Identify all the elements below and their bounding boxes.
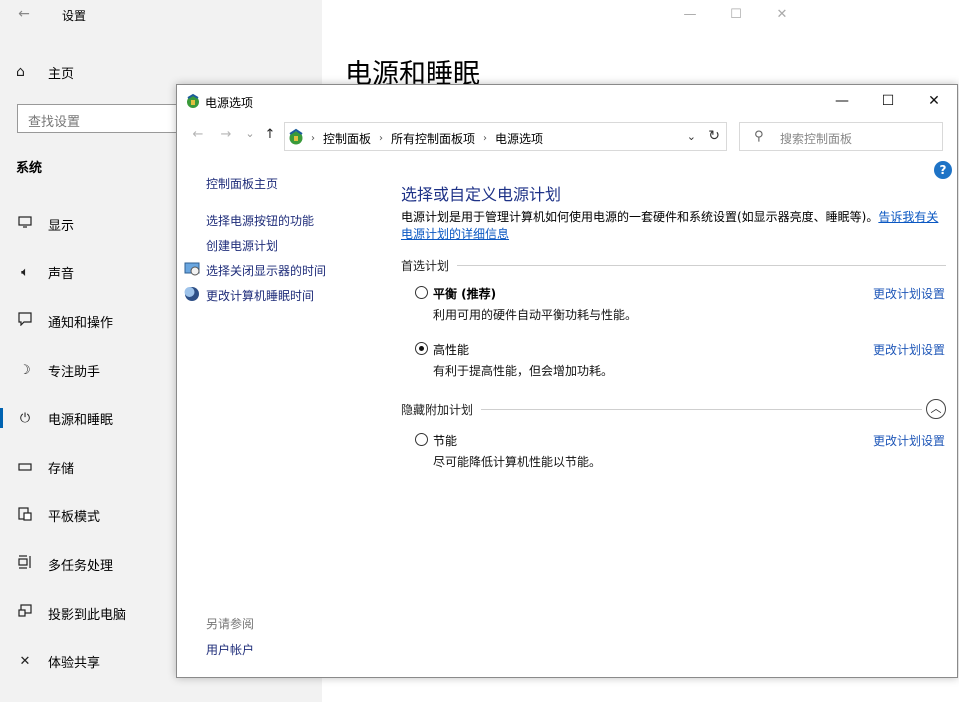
see-also-label: 另请参阅 [206, 617, 255, 631]
minimize-icon[interactable]: — [667, 0, 713, 30]
up-arrow-icon[interactable]: ↑ [261, 127, 279, 145]
plan-radio[interactable] [415, 433, 428, 446]
home-icon: ⌂ [16, 64, 25, 80]
refresh-icon[interactable]: ↻ [708, 128, 720, 144]
change-plan-settings-link[interactable]: 更改计划设置 [873, 285, 945, 302]
forward-arrow-icon[interactable]: → [217, 127, 235, 145]
maximize-icon[interactable]: ☐ [865, 85, 911, 117]
display-icon [184, 262, 200, 276]
page-description: 电源计划是用于管理计算机如何使用电源的一套硬件和系统设置(如显示器亮度、睡眠等)… [401, 209, 946, 243]
settings-title: 设置 [62, 9, 87, 23]
change-plan-settings-link[interactable]: 更改计划设置 [873, 341, 945, 358]
settings-search-placeholder: 查找设置 [28, 115, 81, 130]
nav-label: 存储 [48, 461, 75, 477]
sleep-icon [184, 287, 199, 301]
address-bar[interactable]: › 控制面板 › 所有控制面板项 › 电源选项 ⌄ ↻ [284, 122, 727, 151]
user-accounts-link[interactable]: 用户帐户 [206, 641, 254, 658]
hidden-plans-label: 隐藏附加计划 [401, 402, 474, 417]
breadcrumb-item[interactable]: 电源选项 [495, 130, 543, 147]
page-heading: 选择或自定义电源计划 [401, 185, 562, 204]
search-icon: ⚲ [754, 129, 764, 144]
section-title: 系统 [16, 161, 43, 176]
storage-icon [16, 460, 34, 475]
speaker-icon: 🔈︎ [21, 265, 29, 281]
preferred-plans-header: 首选计划 [401, 257, 946, 274]
breadcrumb-item[interactable]: 控制面板 [323, 130, 371, 147]
plan-radio[interactable] [415, 286, 428, 299]
search-placeholder: 搜索控制面板 [780, 132, 853, 146]
home-nav-item[interactable]: ⌂ 主页 [16, 62, 74, 82]
display-off-link[interactable]: 选择关闭显示器的时间 [206, 262, 326, 279]
create-plan-link[interactable]: 创建电源计划 [206, 237, 278, 254]
change-plan-settings-link[interactable]: 更改计划设置 [873, 432, 945, 449]
divider [457, 265, 946, 266]
project-icon [16, 604, 34, 622]
breadcrumb-separator-icon: › [379, 133, 384, 144]
close-icon[interactable]: ✕ [759, 0, 805, 30]
back-arrow-icon[interactable]: ← [14, 6, 34, 26]
plan-description: 尽可能降低计算机性能以节能。 [433, 455, 602, 469]
home-label: 主页 [48, 66, 75, 82]
back-arrow-icon[interactable]: ← [189, 127, 207, 145]
plan-name[interactable]: 平衡 (推荐) [433, 285, 496, 302]
plan-description: 利用可用的硬件自动平衡功耗与性能。 [433, 308, 638, 322]
plan-description: 有利于提高性能，但会增加功耗。 [433, 364, 614, 378]
control-panel-home-link[interactable]: 控制面板主页 [206, 175, 278, 192]
plan-name[interactable]: 节能 [433, 432, 457, 449]
settings-caption-buttons: — ☐ ✕ [667, 0, 805, 30]
breadcrumb: › 控制面板 › 所有控制面板项 › 电源选项 [311, 130, 543, 147]
tablet-icon [16, 507, 34, 525]
nav-label: 投影到此电脑 [48, 607, 127, 623]
close-icon[interactable]: ✕ [911, 85, 957, 117]
nav-label: 通知和操作 [48, 315, 114, 331]
nav-label: 声音 [48, 267, 75, 283]
monitor-icon [16, 216, 34, 232]
minimize-icon[interactable]: — [819, 85, 865, 117]
breadcrumb-separator-icon: › [311, 133, 315, 144]
breadcrumb-item[interactable]: 所有控制面板项 [391, 130, 475, 147]
nav-label: 显示 [48, 218, 75, 234]
share-icon: ✕ [19, 654, 31, 670]
power-options-icon [187, 93, 199, 108]
address-dropdown-icon[interactable]: ⌄ [687, 130, 696, 143]
maximize-icon[interactable]: ☐ [713, 0, 759, 30]
plan-radio[interactable] [415, 342, 428, 355]
left-pane: 控制面板主页 选择电源按钮的功能 创建电源计划 选择关闭显示器的时间 更改计算机… [177, 155, 377, 675]
chevron-up-icon[interactable]: ︿ [926, 399, 946, 419]
plan-name[interactable]: 高性能 [433, 341, 469, 358]
divider [481, 408, 922, 410]
address-bar-row: ← → ⌄ ↑ › 控制面板 › 所有控制面板项 › 电源选项 ⌄ ↻ ⚲ 搜索… [177, 119, 957, 153]
control-panel-icon [289, 128, 303, 145]
help-icon[interactable]: ? [934, 161, 952, 179]
power-options-window: 电源选项 — ☐ ✕ ← → ⌄ ↑ › 控制面板 › 所有控制面板项 › 电源… [176, 84, 958, 678]
power-buttons-link[interactable]: 选择电源按钮的功能 [206, 212, 314, 229]
window-title: 电源选项 [205, 96, 254, 110]
notification-icon [16, 312, 34, 330]
description-text: 电源计划是用于管理计算机如何使用电源的一套硬件和系统设置(如显示器亮度、睡眠等)… [401, 210, 879, 224]
hidden-plans-header: 隐藏附加计划 ︿ [401, 399, 946, 419]
breadcrumb-separator-icon: › [483, 133, 488, 144]
chevron-down-icon[interactable]: ⌄ [241, 127, 259, 145]
moon-icon: ☽ [19, 362, 31, 378]
nav-label: 电源和睡眠 [48, 413, 114, 429]
multitask-icon [16, 555, 34, 573]
control-panel-search-input[interactable]: ⚲ 搜索控制面板 [739, 122, 943, 151]
preferred-plans-label: 首选计划 [401, 259, 450, 273]
power-icon: ⏻ [19, 411, 31, 427]
nav-label: 平板模式 [48, 510, 101, 526]
nav-label: 体验共享 [48, 656, 101, 672]
title-bar[interactable]: 电源选项 — ☐ ✕ [177, 85, 957, 117]
window-buttons: — ☐ ✕ [819, 85, 957, 117]
sleep-time-link[interactable]: 更改计算机睡眠时间 [206, 287, 314, 304]
nav-label: 多任务处理 [48, 558, 114, 574]
nav-label: 专注助手 [48, 364, 101, 380]
